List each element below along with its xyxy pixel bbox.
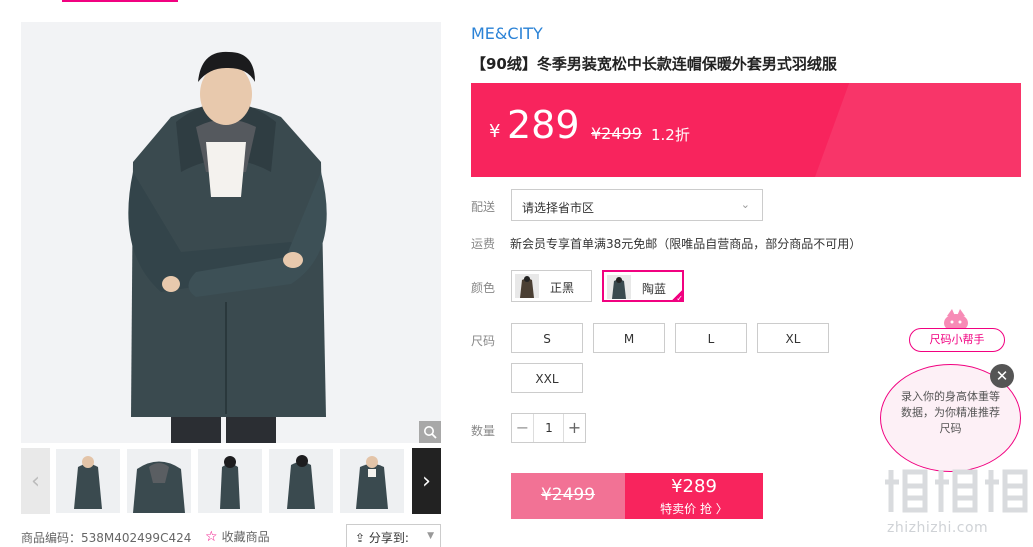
decrement-button[interactable]: − <box>512 414 534 442</box>
watermark-text: zhizhizhi.com <box>887 520 989 536</box>
shipping-label: 运费 <box>471 237 496 251</box>
color-label: 颜色 <box>471 281 496 295</box>
quantity-value[interactable]: 1 <box>535 414 563 442</box>
color-option-label: 陶蓝 <box>642 282 667 296</box>
region-select-value: 请选择省市区 <box>522 201 595 215</box>
discount-rate: 1.2折 <box>651 126 690 144</box>
watermark: zhizhizhi.com <box>881 462 1031 542</box>
color-option-blue[interactable]: 陶蓝 ✓ <box>602 270 684 303</box>
active-tab-indicator <box>62 0 178 2</box>
size-option-l[interactable]: L <box>675 323 747 353</box>
product-main-image[interactable] <box>21 22 441 443</box>
chevron-down-icon: ⌄ <box>740 198 750 211</box>
size-option-xxl[interactable]: XXL <box>511 363 583 393</box>
buy-now-price: ¥289 <box>671 476 717 497</box>
top-accent-bar <box>0 0 1033 2</box>
buy-original-price: ¥2499 <box>540 485 596 505</box>
thumbnail[interactable] <box>56 449 120 513</box>
color-swatch <box>515 274 539 298</box>
favorite-label: 收藏商品 <box>221 530 270 544</box>
check-icon: ✓ <box>670 288 684 303</box>
sale-price: 289 <box>507 103 580 147</box>
share-icon: ⇪ <box>355 531 366 545</box>
thumbnail-strip: ‹ › <box>21 448 441 514</box>
close-icon[interactable]: ✕ <box>990 364 1014 388</box>
buy-now-button[interactable]: ¥289 特卖价 抢 〉 <box>625 473 763 519</box>
chevron-right-icon[interactable]: › <box>412 448 441 514</box>
chevron-left-icon[interactable]: ‹ <box>21 448 50 514</box>
chevron-down-icon: ▼ <box>427 531 434 541</box>
size-option-s[interactable]: S <box>511 323 583 353</box>
thumbnail[interactable] <box>127 449 191 513</box>
increment-button[interactable]: + <box>563 414 585 442</box>
thumbnail[interactable] <box>198 449 262 513</box>
size-helper-button[interactable]: 尺码小帮手 <box>909 328 1005 352</box>
original-price: ¥2499 <box>591 124 642 143</box>
share-button[interactable]: ⇪ 分享到: ▼ <box>346 524 441 547</box>
product-code: 商品编码：538M402499C424 <box>21 531 192 545</box>
thumbnail[interactable] <box>269 449 333 513</box>
quantity-stepper: − 1 + <box>511 413 586 443</box>
product-meta-row: 商品编码：538M402499C424 ☆ 收藏商品 ⇪ 分享到: ▼ <box>21 524 441 547</box>
thumbnail[interactable] <box>340 449 404 513</box>
product-title: 【90绒】冬季男装宽松中长款连帽保暖外套男式羽绒服 <box>471 55 837 73</box>
quantity-label: 数量 <box>471 424 496 438</box>
model-photo <box>21 22 441 443</box>
share-label: 分享到: <box>368 531 409 545</box>
color-swatch <box>607 275 631 299</box>
price-banner: ¥ 289 ¥2499 1.2折 <box>471 83 1021 177</box>
star-icon: ☆ <box>205 529 218 545</box>
buy-now-label: 特卖价 抢 〉 <box>660 502 728 516</box>
size-label: 尺码 <box>471 334 496 348</box>
region-select[interactable]: 请选择省市区 ⌄ <box>511 189 763 221</box>
watermark-logo <box>885 469 1028 513</box>
size-option-xl[interactable]: XL <box>757 323 829 353</box>
size-option-m[interactable]: M <box>593 323 665 353</box>
delivery-label: 配送 <box>471 200 496 214</box>
original-price-button[interactable]: ¥2499 <box>511 473 625 519</box>
currency-symbol: ¥ <box>489 121 501 142</box>
favorite-button[interactable]: ☆ 收藏商品 <box>205 528 270 545</box>
banner-decoration <box>790 83 1021 177</box>
shipping-info: 新会员专享首单满38元免邮（限唯品自营商品，部分商品不可用） <box>510 237 862 251</box>
zoom-icon[interactable] <box>419 421 441 443</box>
brand-name[interactable]: ME&CITY <box>471 24 543 43</box>
color-option-label: 正黑 <box>550 281 575 295</box>
color-option-black[interactable]: 正黑 <box>511 270 592 302</box>
